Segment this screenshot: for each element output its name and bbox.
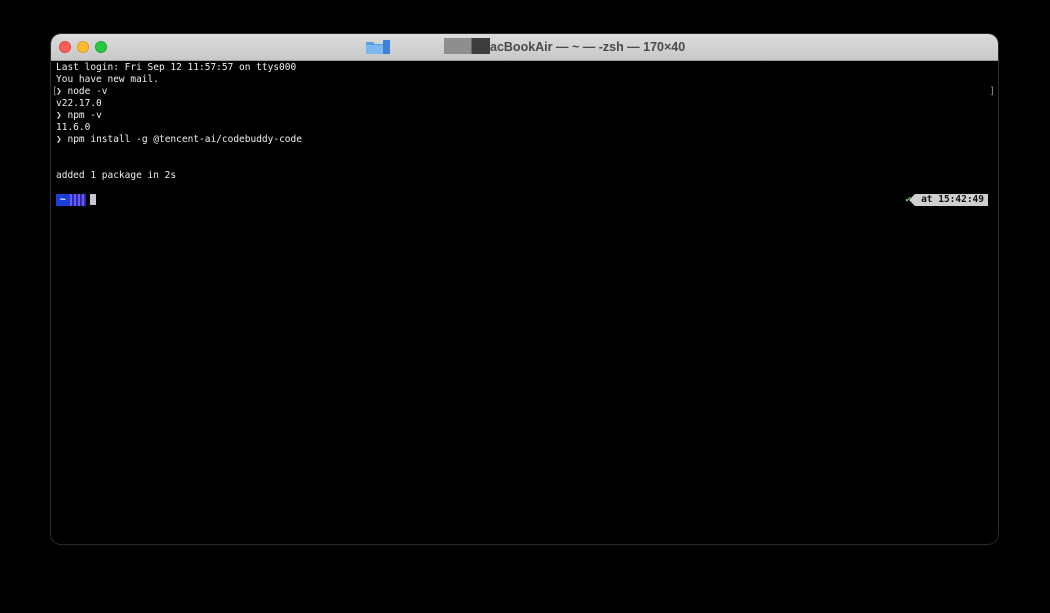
shell-prompt: ~ ✔at 15:42:49 — [56, 194, 993, 208]
right-prompt: ✔at 15:42:49 — [905, 194, 988, 206]
prompt-line: [❯ node -v] — [52, 86, 995, 98]
terminal-window: acBookAir — ~ — -zsh — 170×40 Last login… — [51, 34, 998, 544]
prompt-line: ❯ npm -v — [56, 110, 993, 122]
window-title: acBookAir — ~ — -zsh — 170×40 — [490, 40, 686, 54]
command-text: npm install -g @tencent-ai/codebuddy-cod… — [67, 134, 302, 145]
git-segment-dots — [69, 194, 86, 206]
prompt-line: ❯ npm install -g @tencent-ai/codebuddy-c… — [56, 134, 993, 146]
command-text: node -v — [67, 86, 108, 97]
command-text: npm -v — [67, 110, 102, 121]
minimize-button[interactable] — [77, 41, 89, 53]
output-line: You have new mail. — [56, 74, 159, 85]
text-cursor[interactable] — [89, 194, 96, 205]
home-directory-segment: ~ — [56, 194, 70, 206]
output-line: Last login: Fri Sep 12 11:57:57 on ttys0… — [56, 62, 297, 73]
selection-bracket-left: [ — [52, 86, 58, 97]
title-bar[interactable]: acBookAir — ~ — -zsh — 170×40 — [51, 34, 998, 61]
output-line: v22.17.0 — [56, 98, 102, 109]
selection-bracket-right: ] — [989, 86, 995, 97]
folder-icon — [366, 40, 390, 54]
output-line: added 1 package in 2s — [56, 170, 177, 181]
close-button[interactable] — [59, 41, 71, 53]
zoom-button[interactable] — [95, 41, 107, 53]
time-segment: at 15:42:49 — [909, 194, 988, 206]
redacted-username — [444, 38, 490, 54]
prompt-arrow-icon: ❯ — [56, 134, 62, 145]
prompt-arrow-icon: ❯ — [56, 110, 62, 121]
output-line: 11.6.0 — [56, 122, 91, 133]
terminal-output[interactable]: Last login: Fri Sep 12 11:57:57 on ttys0… — [52, 62, 995, 544]
